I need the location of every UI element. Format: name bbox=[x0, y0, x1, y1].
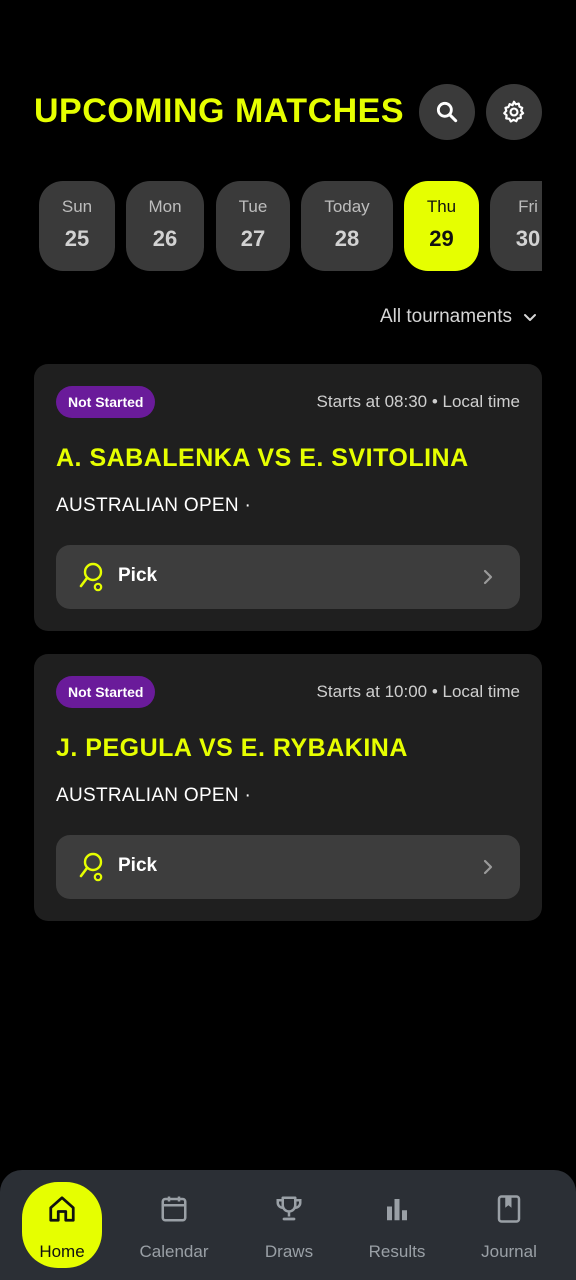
tournament-name: AUSTRALIAN OPEN · bbox=[56, 785, 252, 806]
date-day-label: Today bbox=[324, 197, 370, 216]
match-title: A. SABALENKA VS E. SVITOLINA bbox=[56, 444, 469, 472]
search-icon bbox=[436, 101, 458, 123]
pick-label: Pick bbox=[118, 855, 158, 876]
date-selector: Sun 25 Mon 26 Tue 27 Today 28 Thu 29 Fri… bbox=[39, 181, 542, 271]
date-day-label: Sun bbox=[61, 197, 93, 216]
match-title: J. PEGULA VS E. RYBAKINA bbox=[56, 734, 408, 762]
date-pill-thu-selected[interactable]: Thu 29 bbox=[404, 181, 479, 271]
date-number: 25 bbox=[64, 226, 90, 251]
start-time: Starts at 10:00 • Local time bbox=[316, 682, 520, 701]
chevron-right-icon bbox=[483, 569, 493, 585]
pick-button[interactable]: Pick bbox=[56, 835, 520, 899]
trophy-icon bbox=[276, 1196, 302, 1221]
date-number: 29 bbox=[429, 226, 454, 251]
tennis-racket-icon bbox=[79, 852, 103, 882]
header: UPCOMING MATCHES bbox=[34, 84, 542, 142]
nav-item-home[interactable]: Home bbox=[22, 1182, 102, 1268]
tournament-filter-dropdown[interactable]: All tournaments bbox=[380, 306, 538, 328]
nav-label: Draws bbox=[264, 1242, 314, 1261]
search-button[interactable] bbox=[419, 84, 475, 140]
chevron-right-icon bbox=[483, 859, 493, 875]
nav-label: Home bbox=[39, 1242, 85, 1261]
chevron-down-icon bbox=[524, 314, 536, 321]
status-badge: Not Started bbox=[56, 386, 156, 418]
status-badge: Not Started bbox=[56, 676, 156, 708]
date-pill-mon[interactable]: Mon 26 bbox=[126, 181, 204, 271]
bookmark-book-icon bbox=[497, 1195, 521, 1223]
date-pill-tue[interactable]: Tue 27 bbox=[216, 181, 290, 271]
date-day-label: Mon bbox=[148, 197, 182, 216]
tournament-name: AUSTRALIAN OPEN · bbox=[56, 495, 252, 516]
date-pill-today[interactable]: Today 28 bbox=[301, 181, 393, 271]
nav-item-draws[interactable]: Draws bbox=[249, 1182, 329, 1268]
nav-item-journal[interactable]: Journal bbox=[469, 1182, 549, 1268]
nav-label: Results bbox=[368, 1242, 426, 1261]
home-icon bbox=[49, 1196, 75, 1222]
settings-button[interactable] bbox=[486, 84, 542, 140]
date-pill-fri[interactable]: Fri 30 bbox=[490, 181, 542, 271]
date-number: 27 bbox=[240, 226, 266, 251]
page-title: UPCOMING MATCHES bbox=[34, 92, 405, 130]
match-card: Not Started Starts at 08:30 • Local time… bbox=[34, 364, 542, 631]
nav-item-results[interactable]: Results bbox=[357, 1182, 437, 1268]
nav-label: Calendar bbox=[139, 1242, 209, 1261]
calendar-icon bbox=[161, 1196, 187, 1222]
date-number: 28 bbox=[334, 226, 360, 251]
bottom-navigation: Home Calendar Draws Results Journal bbox=[0, 1170, 576, 1280]
pick-button[interactable]: Pick bbox=[56, 545, 520, 609]
start-time: Starts at 08:30 • Local time bbox=[316, 392, 520, 411]
tennis-racket-icon bbox=[79, 562, 103, 592]
nav-item-calendar[interactable]: Calendar bbox=[134, 1182, 214, 1268]
date-day-label: Fri bbox=[518, 197, 538, 216]
date-number: 26 bbox=[152, 226, 178, 251]
gear-icon bbox=[503, 100, 525, 123]
date-pill-sun[interactable]: Sun 25 bbox=[39, 181, 115, 271]
date-day-label: Thu bbox=[426, 197, 457, 216]
date-number: 30 bbox=[515, 226, 541, 251]
bar-chart-icon bbox=[387, 1199, 407, 1221]
pick-label: Pick bbox=[118, 565, 158, 586]
date-day-label: Tue bbox=[238, 197, 268, 216]
nav-label: Journal bbox=[481, 1242, 537, 1261]
tournament-filter-label: All tournaments bbox=[379, 306, 512, 327]
match-card: Not Started Starts at 10:00 • Local time… bbox=[34, 654, 542, 921]
